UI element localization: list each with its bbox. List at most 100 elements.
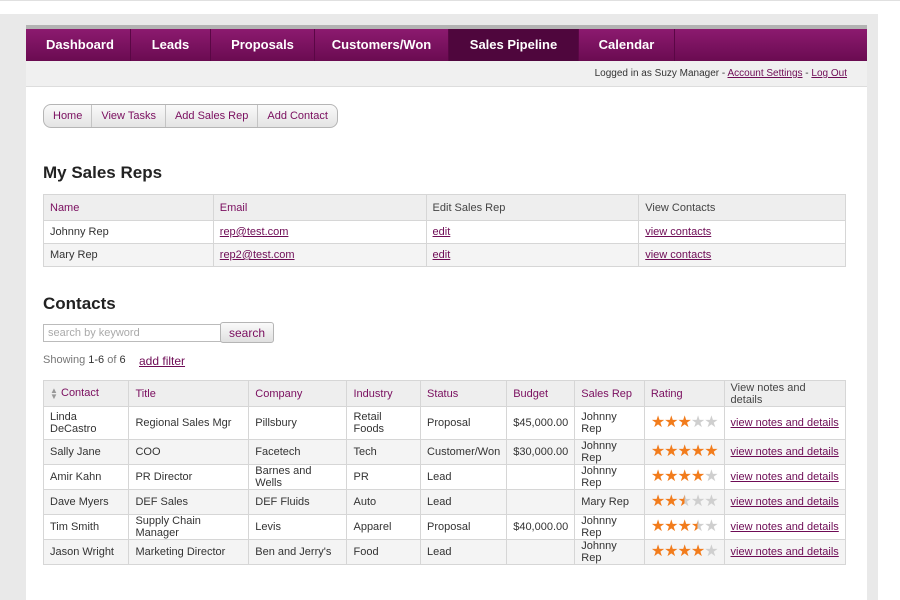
subnav-add-sales-rep[interactable]: Add Sales Rep: [166, 105, 259, 127]
star-empty-icon[interactable]: ★: [704, 414, 718, 431]
star-filled-icon[interactable]: ★: [691, 543, 705, 560]
contact-industry: Retail Foods: [346, 406, 422, 440]
contact-company: Levis: [248, 514, 348, 540]
contact-company: Pillsbury: [248, 406, 348, 440]
sub-nav: Home View Tasks Add Sales Rep Add Contac…: [43, 104, 338, 128]
logout-link[interactable]: Log Out: [811, 68, 847, 79]
star-filled-icon[interactable]: ★: [651, 468, 665, 485]
rep-edit-link[interactable]: edit: [433, 226, 451, 238]
col-header-contact[interactable]: ▲ ▼ Contact: [42, 380, 130, 407]
nav-dashboard[interactable]: Dashboard: [26, 29, 131, 61]
contact-company: DEF Fluids: [248, 489, 348, 515]
col-header-email[interactable]: Email: [212, 194, 427, 221]
contact-status: Lead: [420, 539, 508, 565]
star-empty-icon[interactable]: ★: [704, 468, 718, 485]
star-filled-icon[interactable]: ★: [651, 518, 665, 535]
star-half-icon[interactable]: ★: [691, 518, 705, 535]
subnav-view-tasks[interactable]: View Tasks: [92, 105, 166, 127]
top-border: [0, 0, 900, 1]
table-header-row: Name Email Edit Sales Rep View Contacts: [43, 194, 846, 221]
nav-sales-pipeline[interactable]: Sales Pipeline: [449, 29, 579, 61]
star-filled-icon[interactable]: ★: [704, 443, 718, 460]
rep-view-cell: view contacts: [638, 243, 846, 267]
star-empty-icon[interactable]: ★: [691, 414, 705, 431]
col-header-budget[interactable]: Budget: [506, 380, 576, 407]
col-header-sales-rep[interactable]: Sales Rep: [574, 380, 645, 407]
add-filter-link[interactable]: add filter: [139, 354, 185, 368]
col-header-name[interactable]: Name: [43, 194, 214, 221]
star-filled-icon[interactable]: ★: [664, 443, 678, 460]
col-header-rating[interactable]: Rating: [643, 380, 725, 407]
col-header-status[interactable]: Status: [420, 380, 508, 407]
star-filled-icon[interactable]: ★: [664, 468, 678, 485]
nav-leads[interactable]: Leads: [131, 29, 211, 61]
subnav-add-contact[interactable]: Add Contact: [258, 105, 337, 127]
rating-stars[interactable]: ★★★★★: [651, 493, 719, 510]
rep-email-link[interactable]: rep@test.com: [220, 226, 289, 238]
star-filled-icon[interactable]: ★: [678, 443, 692, 460]
rep-view-contacts-link[interactable]: view contacts: [645, 249, 711, 261]
view-notes-link[interactable]: view notes and details: [731, 521, 839, 533]
account-settings-link[interactable]: Account Settings: [727, 68, 802, 79]
rep-email-link[interactable]: rep2@test.com: [220, 249, 295, 261]
table-row: Jason Wright Marketing Director Ben and Je…: [42, 539, 847, 565]
view-notes-link[interactable]: view notes and details: [731, 546, 839, 558]
star-filled-icon[interactable]: ★: [691, 443, 705, 460]
star-filled-icon[interactable]: ★: [664, 518, 678, 535]
star-filled-icon[interactable]: ★: [678, 543, 692, 560]
nav-proposals[interactable]: Proposals: [211, 29, 315, 61]
rating-stars[interactable]: ★★★★★: [651, 543, 719, 560]
star-filled-icon[interactable]: ★: [678, 414, 692, 431]
table-row: Amir Kahn PR Director Barnes and Wells PR Le…: [42, 464, 847, 490]
col-header-company[interactable]: Company: [248, 380, 348, 407]
table-row: Linda DeCastro Regional Sales Mgr Pillsbur…: [42, 406, 847, 440]
contact-budget: [506, 539, 576, 565]
contact-title: Marketing Director: [128, 539, 250, 565]
showing-range: 1-6: [88, 354, 105, 366]
star-half-icon[interactable]: ★: [678, 493, 692, 510]
contact-notes-cell: view notes and details: [723, 514, 847, 540]
view-notes-link[interactable]: view notes and details: [731, 471, 839, 483]
sort-icon: ▲ ▼: [50, 385, 58, 401]
nav-customers-won[interactable]: Customers/Won: [315, 29, 449, 61]
col-header-industry[interactable]: Industry: [346, 380, 422, 407]
subnav-home[interactable]: Home: [44, 105, 93, 127]
star-filled-icon[interactable]: ★: [651, 493, 665, 510]
search-input[interactable]: [43, 324, 225, 342]
view-notes-link[interactable]: view notes and details: [731, 446, 839, 458]
contact-name: Sally Jane: [42, 439, 130, 465]
rating-stars[interactable]: ★★★★★: [651, 468, 719, 485]
table-row: Mary Rep rep2@test.com edit view contact…: [43, 243, 846, 267]
contact-company: Ben and Jerry's: [248, 539, 348, 565]
rating-stars[interactable]: ★★★★★: [651, 518, 719, 535]
contact-title: Regional Sales Mgr: [128, 406, 250, 440]
nav-calendar[interactable]: Calendar: [579, 29, 675, 61]
col-header-notes: View notes and details: [723, 380, 847, 407]
contact-sales-rep: Johnny Rep: [574, 514, 645, 540]
rating-stars[interactable]: ★★★★★: [651, 414, 719, 431]
rating-stars[interactable]: ★★★★★: [651, 443, 719, 460]
table-header-row: ▲ ▼ Contact Title Company Industry Status …: [42, 380, 847, 407]
star-filled-icon[interactable]: ★: [651, 543, 665, 560]
view-notes-link[interactable]: view notes and details: [731, 496, 839, 508]
sales-reps-table: Name Email Edit Sales Rep View Contacts …: [43, 194, 846, 267]
star-empty-icon[interactable]: ★: [704, 543, 718, 560]
rep-edit-link[interactable]: edit: [433, 249, 451, 261]
view-notes-link[interactable]: view notes and details: [731, 417, 839, 429]
star-filled-icon[interactable]: ★: [651, 414, 665, 431]
search-button[interactable]: search: [220, 322, 274, 343]
col-header-title[interactable]: Title: [128, 380, 250, 407]
star-filled-icon[interactable]: ★: [664, 493, 678, 510]
contact-notes-cell: view notes and details: [723, 406, 847, 440]
star-empty-icon[interactable]: ★: [691, 493, 705, 510]
star-filled-icon[interactable]: ★: [678, 468, 692, 485]
star-filled-icon[interactable]: ★: [664, 543, 678, 560]
star-filled-icon[interactable]: ★: [664, 414, 678, 431]
rep-view-contacts-link[interactable]: view contacts: [645, 226, 711, 238]
rep-email-cell: rep@test.com: [212, 220, 427, 244]
star-filled-icon[interactable]: ★: [678, 518, 692, 535]
star-empty-icon[interactable]: ★: [704, 518, 718, 535]
star-filled-icon[interactable]: ★: [691, 468, 705, 485]
star-filled-icon[interactable]: ★: [651, 443, 665, 460]
star-empty-icon[interactable]: ★: [704, 493, 718, 510]
